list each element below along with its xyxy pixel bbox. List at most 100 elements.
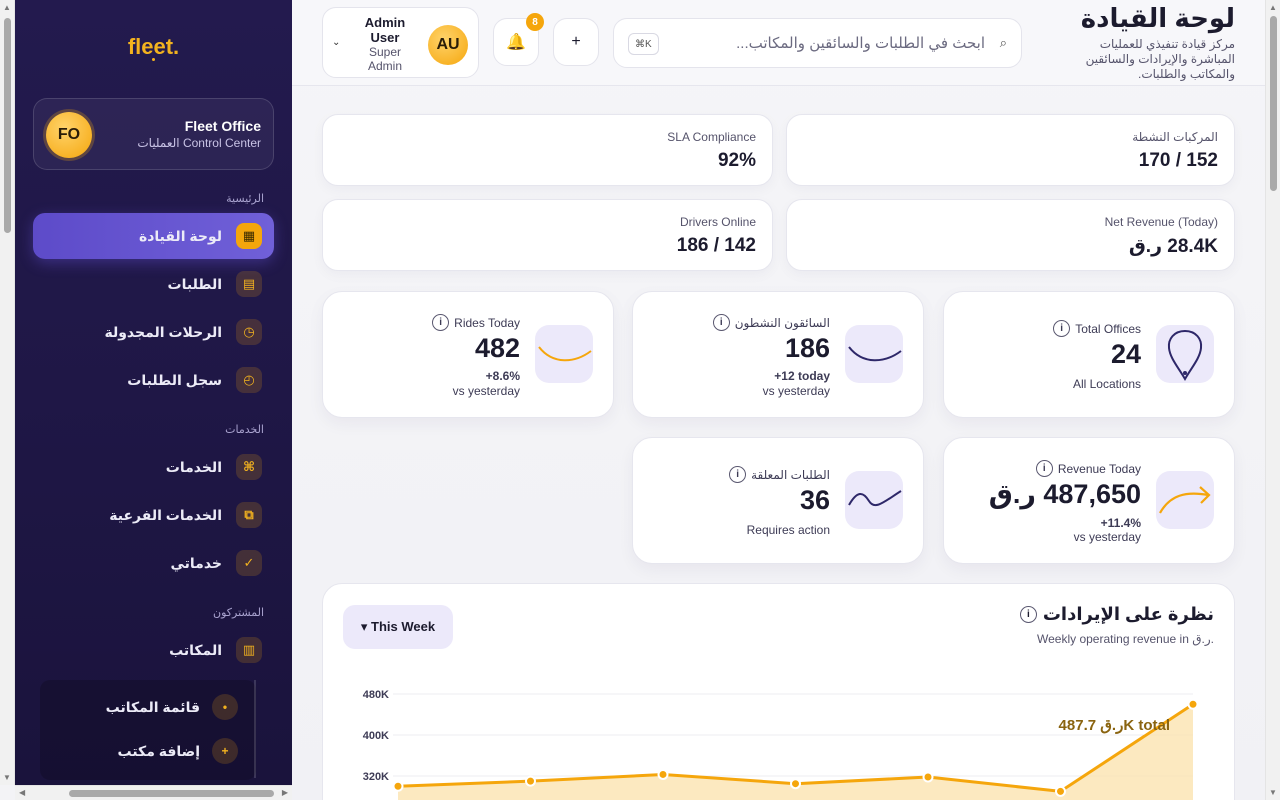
kpi-change: +12 today bbox=[774, 369, 830, 383]
topbar: لوحة القيادة مركز قيادة تنفيذي للعمليات … bbox=[292, 0, 1265, 86]
sidebar-item-scheduled-trips[interactable]: الرحلات المجدولة ◷ bbox=[33, 309, 274, 355]
clock-icon: ◷ bbox=[236, 319, 262, 345]
kpi-value: 487,650 ر.ق bbox=[988, 479, 1141, 509]
building-icon: ▥ bbox=[236, 637, 262, 663]
kpi-rides-today[interactable]: Rides Today i 482 +8.6% vs yesterday bbox=[322, 291, 614, 418]
submenu-item-label: إضافة مكتب bbox=[117, 742, 200, 759]
sparkline-icon bbox=[535, 325, 593, 383]
revenue-title-text: نظرة على الإيرادات bbox=[1042, 604, 1214, 624]
period-select[interactable]: ▾ This Week bbox=[343, 605, 453, 649]
sidebar-item-dashboard[interactable]: لوحة القيادة ▦ bbox=[33, 213, 274, 259]
kpi-label-text: Total Offices bbox=[1075, 321, 1141, 336]
stat-label: المركبات النشطة bbox=[1132, 130, 1218, 144]
stat-value: 92% bbox=[717, 150, 756, 171]
search-input[interactable]: ⌕ ابحث في الطلبات والسائقين والمكاتب... … bbox=[613, 18, 1022, 68]
revenue-point[interactable] bbox=[657, 768, 669, 780]
info-icon[interactable]: i bbox=[432, 314, 450, 331]
sidebar-item-label: المكاتب bbox=[169, 641, 222, 658]
revenue-chart: 480K 400K 320K 487.7 ر.قK total bbox=[363, 689, 1199, 800]
revenue-point[interactable] bbox=[922, 771, 934, 783]
sidebar-item-requests[interactable]: الطلبات ▤ bbox=[33, 261, 274, 307]
stat-sla-compliance: SLA Compliance 92% bbox=[322, 114, 773, 186]
sidebar-item-offices[interactable]: المكاتب ▥ bbox=[33, 627, 274, 673]
search-icon: ⌕ bbox=[999, 35, 1007, 50]
notifications-button[interactable]: 🔔 8 bbox=[493, 13, 544, 66]
kpi-value: 482 bbox=[474, 333, 520, 363]
command-icon: ⌘ bbox=[236, 454, 262, 480]
submenu-item-add-office[interactable]: إضافة مكتب + bbox=[118, 738, 238, 764]
layers-icon: ⧉ bbox=[236, 502, 262, 528]
stat-net-revenue: Net Revenue (Today) 28.4K ر.ق bbox=[786, 199, 1235, 271]
revenue-point[interactable] bbox=[1055, 785, 1066, 797]
kpi-total-offices[interactable]: Total Offices i 24 All Locations bbox=[943, 291, 1235, 418]
add-button[interactable]: + bbox=[553, 18, 599, 66]
revenue-point[interactable] bbox=[525, 775, 536, 787]
scroll-up-arrow[interactable]: ▲ bbox=[3, 3, 11, 12]
page-title: لوحة القيادة bbox=[1080, 3, 1235, 33]
section-label-subscribers: المشتركون bbox=[213, 607, 264, 619]
info-icon[interactable]: i bbox=[729, 466, 747, 483]
submenu-item-label: قائمة المكاتب bbox=[105, 698, 200, 715]
dot-icon: • bbox=[212, 694, 238, 720]
scrollbar-thumb[interactable] bbox=[1270, 16, 1277, 191]
kpi-label: Total Offices i bbox=[1053, 320, 1141, 337]
sidebar: fleet. FO Fleet Office العمليات Control … bbox=[15, 0, 292, 785]
sidebar-item-label: لوحة القيادة bbox=[138, 227, 222, 244]
stat-active-vehicles: المركبات النشطة 152 / 170 bbox=[786, 114, 1235, 186]
scroll-left-arrow[interactable]: ◀ bbox=[19, 788, 25, 797]
info-icon[interactable]: i bbox=[1053, 320, 1071, 337]
sidebar-item-sub-services[interactable]: الخدمات الفرعية ⧉ bbox=[33, 492, 274, 538]
sidebar-horizontal-scrollbar[interactable]: ◀ ▶ bbox=[15, 785, 292, 800]
office-name: Fleet Office bbox=[184, 118, 261, 134]
submenu-item-offices-list[interactable]: قائمة المكاتب • bbox=[106, 694, 238, 720]
info-icon[interactable]: i bbox=[1019, 606, 1037, 623]
plus-icon: + bbox=[571, 33, 581, 50]
kpi-value: 24 bbox=[1110, 339, 1141, 369]
revenue-subtitle: Weekly operating revenue in ر.ق. bbox=[1037, 632, 1214, 646]
y-tick-label: 320K bbox=[363, 771, 389, 783]
revenue-total-label: 487.7 ر.قK total bbox=[1059, 717, 1170, 734]
sidebar-item-services[interactable]: الخدمات ⌘ bbox=[33, 444, 274, 490]
kpi-label-text: الطلبات المعلقة bbox=[751, 467, 830, 482]
y-tick-label: 400K bbox=[363, 730, 389, 742]
sidebar-item-label: الرحلات المجدولة bbox=[104, 323, 222, 340]
revenue-point[interactable] bbox=[1187, 698, 1199, 710]
kpi-active-drivers[interactable]: السائقون النشطون i 186 +12 today vs yeste… bbox=[632, 291, 924, 418]
logo-text: fleet. bbox=[127, 34, 180, 59]
sidebar-item-request-log[interactable]: سجل الطلبات ◴ bbox=[33, 357, 274, 403]
kpi-subtitle: All Locations bbox=[1072, 377, 1141, 391]
keyboard-shortcut-hint: ⌘K bbox=[628, 33, 659, 55]
kpi-value: 186 bbox=[784, 333, 830, 363]
revenue-point[interactable] bbox=[790, 778, 801, 790]
scroll-down-arrow[interactable]: ▼ bbox=[3, 773, 11, 782]
logo[interactable]: fleet. bbox=[15, 34, 292, 61]
chevron-down-icon: ⌄ bbox=[332, 37, 341, 48]
kpi-label: الطلبات المعلقة i bbox=[729, 466, 830, 483]
plus-icon: + bbox=[212, 738, 238, 764]
stat-drivers-online: Drivers Online 142 / 186 bbox=[322, 199, 773, 271]
revenue-title: نظرة على الإيرادات i bbox=[1019, 604, 1214, 625]
bell-icon: 🔔 bbox=[506, 34, 526, 51]
revenue-point[interactable] bbox=[392, 780, 404, 792]
page-scrollbar[interactable]: ▲ ▼ bbox=[1265, 0, 1280, 800]
sidebar-item-my-services[interactable]: خدماتي ✓ bbox=[33, 540, 274, 586]
user-menu[interactable]: AU Admin User Super Admin ⌄ bbox=[322, 7, 479, 78]
scroll-right-arrow[interactable]: ▶ bbox=[282, 788, 288, 797]
page-subtitle: مركز قيادة تنفيذي للعمليات المباشرة والإ… bbox=[1085, 37, 1235, 81]
scroll-down-arrow[interactable]: ▼ bbox=[1269, 788, 1277, 797]
user-role: Super Admin bbox=[367, 45, 402, 73]
kpi-subtitle: vs yesterday bbox=[452, 384, 520, 398]
sidebar-scrollbar[interactable]: ▲ ▼ bbox=[0, 0, 15, 785]
scrollbar-thumb[interactable] bbox=[4, 18, 11, 233]
kpi-pending-requests[interactable]: الطلبات المعلقة i 36 Requires action bbox=[632, 437, 924, 564]
kpi-revenue-today[interactable]: Revenue Today i 487,650 ر.ق +11.4% vs yes… bbox=[943, 437, 1235, 564]
info-icon[interactable]: i bbox=[1035, 460, 1053, 477]
scroll-up-arrow[interactable]: ▲ bbox=[1269, 3, 1277, 12]
office-switcher[interactable]: FO Fleet Office العمليات Control Center bbox=[33, 98, 274, 170]
scrollbar-thumb[interactable] bbox=[69, 790, 274, 797]
trend-arrow-icon bbox=[1156, 471, 1214, 529]
info-icon[interactable]: i bbox=[712, 314, 730, 331]
kpi-change: +8.6% bbox=[485, 369, 520, 383]
kpi-label-text: Rides Today bbox=[454, 315, 520, 330]
stat-label: Drivers Online bbox=[679, 215, 756, 229]
